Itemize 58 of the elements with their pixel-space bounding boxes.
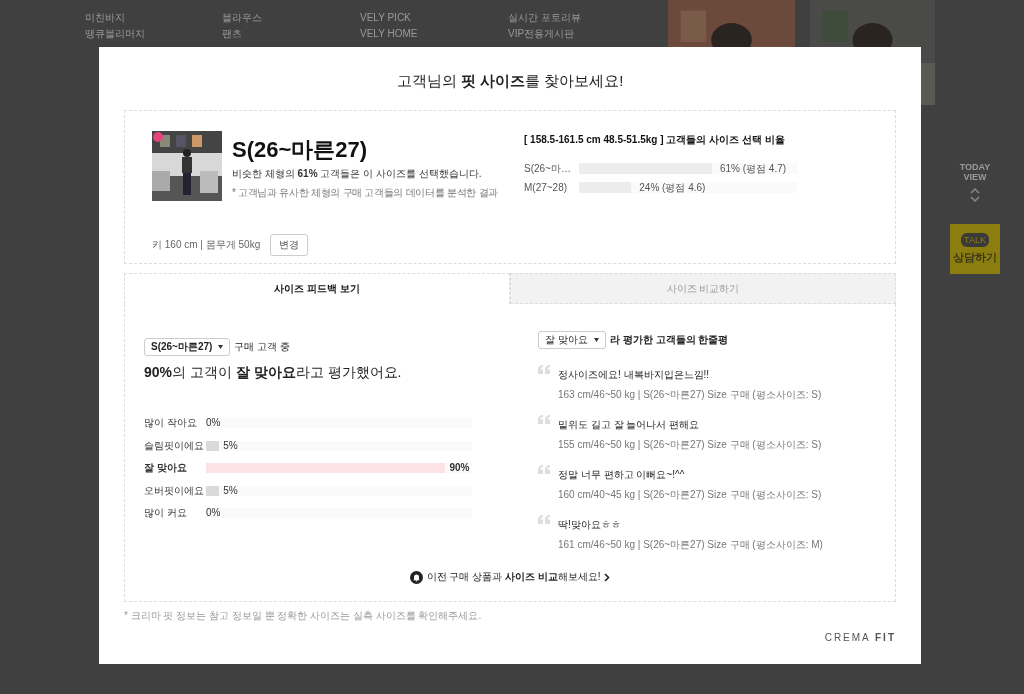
brand-logo: CREMA FIT	[824, 632, 896, 643]
nav-link[interactable]: 땡큐블리머치	[85, 28, 222, 40]
fit-reading: 5%	[223, 484, 238, 496]
fit-label: 잘 맞아요	[144, 461, 188, 476]
fit-select[interactable]: 잘 맞아요	[538, 331, 606, 349]
size-select[interactable]: S(26~마른27)	[144, 338, 231, 356]
fit-reading: 0%	[206, 507, 221, 519]
change-button[interactable]: 변경	[270, 234, 309, 256]
fit-label: 많이 작아요	[144, 416, 198, 431]
quote-icon	[538, 365, 550, 374]
size-label: S(26~마…	[524, 161, 572, 176]
quote-icon	[538, 515, 550, 524]
review-meta: 155 cm/46~50 kg | S(26~마른27) Size 구매 (평소사이즈: S)	[558, 438, 822, 452]
nav-link[interactable]: 실시간 포토리뷰	[508, 12, 658, 24]
modal-title: 고객님의 핏 사이즈를 찾아보세요!	[395, 72, 625, 91]
compare-link[interactable]: 이전 구매 상품과 사이즈 비교해보세요!	[409, 570, 611, 584]
distribution-title: [ 158.5-161.5 cm 48.5-51.5kg ] 고객들의 사이즈 선택 비율	[524, 133, 786, 147]
review-text: 딱!맞아요ㅎㅎ	[558, 518, 622, 532]
fit-label: 슬림핏이에요	[144, 438, 205, 453]
fit-reading: 0%	[206, 417, 221, 429]
select-suffix: 라 평가한 고객들의 한줄평	[610, 333, 729, 347]
review-text: 정사이즈에요! 내복바지입은느낌!!	[558, 368, 711, 382]
review-meta: 160 cm/40~45 kg | S(26~마른27) Size 구매 (평소사이즈: S)	[558, 488, 822, 502]
review-text: 밑위도 길고 잘 늘어나서 편해요	[558, 418, 701, 432]
ratio-reading: 24% (평점 4.6)	[639, 181, 706, 195]
note-text: * 고객님과 유사한 체형의 구매 고객들의 데이터를 분석한 결과	[232, 186, 498, 200]
nav-link[interactable]: 블라우스	[222, 12, 360, 24]
recommended-size: S(26~마른27)	[232, 137, 369, 163]
fit-reading: 5%	[223, 439, 238, 451]
quote-icon	[538, 465, 550, 474]
review-meta: 161 cm/46~50 kg | S(26~마른27) Size 구매 (평소사이즈: M)	[558, 538, 823, 552]
feedback-headline: 90%의 고객이 잘 맞아요라고 평가했어요.	[144, 364, 403, 382]
fit-reading: 90%	[449, 462, 470, 474]
quote-icon	[538, 415, 550, 424]
chat-button[interactable]: TALK 상담하기	[950, 224, 1000, 274]
chevron-right-icon	[604, 572, 611, 582]
body-info: 키 160 cm | 몸무게 50kg	[152, 238, 261, 252]
nav-link[interactable]: VELY HOME	[360, 28, 508, 40]
nav-link[interactable]: 팬츠	[222, 28, 360, 40]
footnote: * 크리마 핏 정보는 참고 정보일 뿐 정확한 사이즈는 실측 사이즈를 확인해주세요.	[124, 609, 483, 623]
tab[interactable]: 사이즈 비교하기	[510, 273, 896, 304]
review-text: 정말 너무 편하고 이뻐요~!^^	[558, 468, 686, 482]
bell-icon	[409, 570, 423, 584]
nav-link[interactable]: VELY PICK	[360, 12, 508, 24]
size-label: M(27~28)	[524, 182, 569, 193]
up-down-arrows-icon[interactable]	[970, 188, 980, 202]
fit-label: 오버핏이에요	[144, 483, 205, 498]
select-suffix: 구매 고객 중	[234, 340, 290, 354]
caret-icon	[594, 338, 599, 342]
review-meta: 163 cm/46~50 kg | S(26~마른27) Size 구매 (평소사이즈: S)	[558, 388, 822, 402]
caret-icon	[218, 345, 224, 349]
tab[interactable]: 사이즈 피드백 보기	[124, 273, 510, 304]
summary-text: 비슷한 체형의 61% 고객들은 이 사이즈를 선택했습니다.	[232, 167, 483, 181]
nav-link[interactable]: 미친바지	[85, 12, 222, 24]
today-view-label: TODAY VIEW	[958, 162, 992, 182]
nav-link[interactable]: VIP전용게시판	[508, 28, 658, 40]
ratio-reading: 61% (평점 4.7)	[719, 162, 787, 176]
fit-label: 많이 커요	[144, 506, 188, 521]
